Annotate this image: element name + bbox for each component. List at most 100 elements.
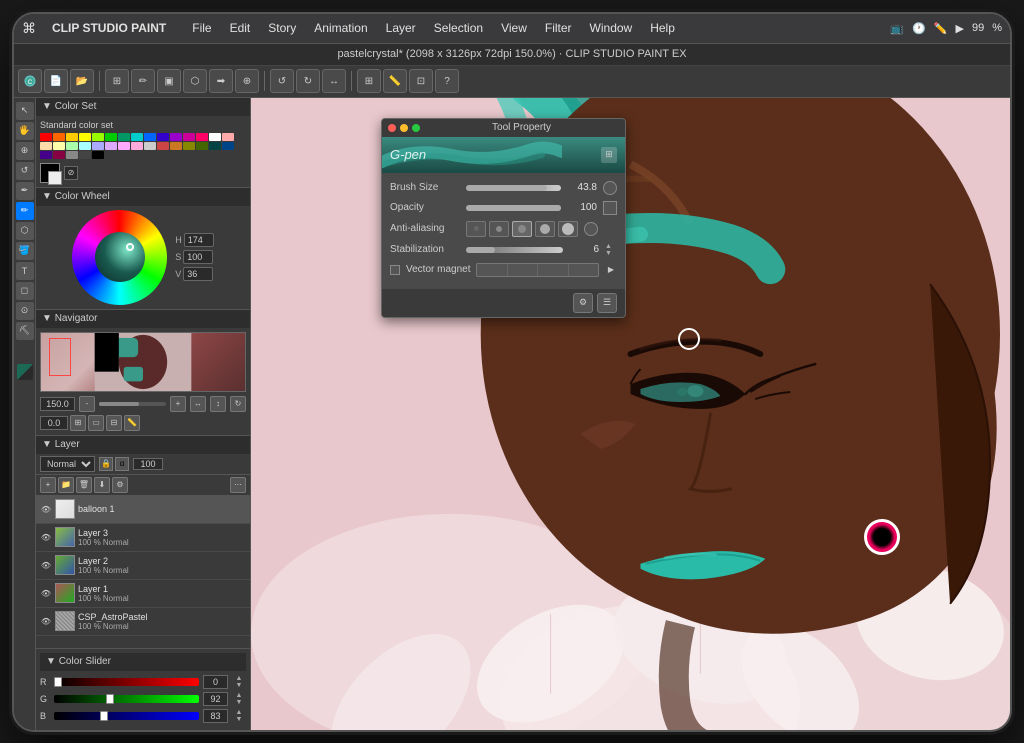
swatch-orange[interactable] (53, 133, 65, 141)
new-layer-btn[interactable]: + (40, 477, 56, 493)
swatch-light-blue[interactable] (92, 142, 104, 150)
zoom-input[interactable] (40, 397, 75, 411)
new-folder-btn[interactable]: 📁 (58, 477, 74, 493)
transparent-btn[interactable]: ⊘ (64, 166, 78, 180)
tp-vm-arrow[interactable]: ▶ (605, 263, 617, 277)
fg-bg-icon[interactable] (17, 364, 33, 380)
menu-filter[interactable]: Filter (539, 19, 578, 37)
toolbar-zoom-btn[interactable]: ⊕ (235, 69, 259, 93)
lock-pixel-btn[interactable]: 🔒 (99, 457, 113, 471)
layer-item-2[interactable]: 👁 Layer 2 100 % Normal (36, 552, 250, 580)
menu-selection[interactable]: Selection (428, 19, 489, 37)
toolbar-new-btn[interactable]: 📄 (44, 69, 68, 93)
tool-move[interactable]: ↖ (16, 102, 34, 120)
menu-layer[interactable]: Layer (380, 19, 422, 37)
layer-eye-3[interactable]: 👁 (40, 531, 52, 543)
tp-aa-btn-2[interactable] (512, 221, 532, 237)
layer-eye-csp[interactable]: 👁 (40, 615, 52, 627)
swatch-light-magenta[interactable] (118, 142, 130, 150)
lock-alpha-btn[interactable]: α (115, 457, 129, 471)
swatch-light-gray[interactable] (144, 142, 156, 150)
toolbar-eraser-btn[interactable]: ⬡ (183, 69, 207, 93)
tp-max-btn[interactable] (412, 124, 420, 132)
menu-window[interactable]: Window (584, 19, 639, 37)
swatch-black[interactable] (92, 151, 104, 159)
tp-aa-btn-3[interactable] (535, 221, 555, 237)
r-slider[interactable] (54, 678, 199, 686)
tp-aa-btn-1[interactable] (489, 221, 509, 237)
tp-aa-adjust[interactable] (584, 222, 598, 236)
swatch-light-green[interactable] (66, 142, 78, 150)
layer-item-balloon[interactable]: 👁 balloon 1 (36, 496, 250, 524)
swatch-brown[interactable] (170, 142, 182, 150)
tp-aa-btn-0[interactable] (466, 221, 486, 237)
b-value-input[interactable] (203, 709, 228, 723)
tp-min-btn[interactable] (400, 124, 408, 132)
zoom-slider[interactable] (99, 402, 166, 406)
toolbar-ruler-btn[interactable]: 📏 (383, 69, 407, 93)
layer-panel-header[interactable]: ▼ Layer (36, 436, 250, 454)
tp-opacity-adjust[interactable] (603, 201, 617, 215)
val-input[interactable] (183, 267, 213, 281)
tp-close-btn[interactable] (388, 124, 396, 132)
tool-text[interactable]: T (16, 262, 34, 280)
toolbar-transform-btn[interactable]: ⊞ (105, 69, 129, 93)
tp-brush-size-adjust[interactable] (603, 181, 617, 195)
tp-vm-track[interactable] (476, 263, 599, 277)
tp-stab-slider[interactable] (466, 247, 563, 253)
toolbar-symmetry-btn[interactable]: ⊡ (409, 69, 433, 93)
navigator-thumbnail[interactable] (40, 332, 246, 392)
swatch-dark-gray[interactable] (79, 151, 91, 159)
toolbar-csp-btn[interactable]: C (18, 69, 42, 93)
safe-area-btn[interactable]: ⊟ (106, 415, 122, 431)
fg-color-box[interactable] (40, 163, 60, 183)
tool-fill[interactable]: 🪣 (16, 242, 34, 260)
frame-btn[interactable]: ▭ (88, 415, 104, 431)
toolbar-grid-btn[interactable]: ⊞ (357, 69, 381, 93)
swatch-olive[interactable] (183, 142, 195, 150)
sat-input[interactable] (183, 250, 213, 264)
merge-layer-btn[interactable]: ⬇ (94, 477, 110, 493)
tool-pen[interactable]: ✒ (16, 182, 34, 200)
menu-view[interactable]: View (495, 19, 533, 37)
menu-help[interactable]: Help (644, 19, 681, 37)
layer-eye-2[interactable]: 👁 (40, 559, 52, 571)
grid-btn[interactable]: ⊞ (70, 415, 86, 431)
swatch-dark-green[interactable] (196, 142, 208, 150)
swatch-light-yellow[interactable] (53, 142, 65, 150)
swatch-pink[interactable] (196, 133, 208, 141)
swatch-teal[interactable] (118, 133, 130, 141)
swatch-light-cyan[interactable] (79, 142, 91, 150)
canvas-area[interactable]: Tool Property G-pen ⊞ Brush Size (251, 98, 1010, 730)
tool-eraser[interactable]: ⬡ (16, 222, 34, 240)
zoom-in-btn[interactable]: + (170, 396, 186, 412)
swatch-light-pink[interactable] (222, 133, 234, 141)
toolbar-rotate-left-btn[interactable]: ↺ (270, 69, 294, 93)
swatch-green[interactable] (105, 133, 117, 141)
swatch-dark-magenta[interactable] (53, 151, 65, 159)
tp-aa-btn-4[interactable] (558, 221, 578, 237)
swatch-violet[interactable] (170, 133, 182, 141)
swatch-dark-red[interactable] (157, 142, 169, 150)
swatch-red[interactable] (40, 133, 52, 141)
flip-h-btn[interactable]: ↔ (190, 396, 206, 412)
layer-item-1[interactable]: 👁 Layer 1 100 % Normal (36, 580, 250, 608)
zoom-out-btn[interactable]: - (79, 396, 95, 412)
delete-layer-btn[interactable]: 🗑 (76, 477, 92, 493)
tp-brush-size-slider[interactable] (466, 185, 561, 191)
swatch-indigo[interactable] (157, 133, 169, 141)
toolbar-rotate-right-btn[interactable]: ↻ (296, 69, 320, 93)
color-wheel-header[interactable]: ▼ Color Wheel (36, 188, 250, 206)
tp-opacity-slider[interactable] (466, 205, 561, 211)
tp-footer-list[interactable]: ☰ (597, 293, 617, 313)
swatch-dark-purple[interactable] (40, 151, 52, 159)
swatch-magenta[interactable] (183, 133, 195, 141)
layer-eye-1[interactable]: 👁 (40, 587, 52, 599)
hue-input[interactable] (184, 233, 214, 247)
tp-stab-stepper[interactable]: ▲ ▼ (605, 243, 617, 257)
flip-v-btn[interactable]: ↕ (210, 396, 226, 412)
b-stepper[interactable]: ▲▼ (232, 709, 246, 723)
g-slider[interactable] (54, 695, 199, 703)
tool-select[interactable]: ◻ (16, 282, 34, 300)
toolbar-fill-btn[interactable]: ▣ (157, 69, 181, 93)
